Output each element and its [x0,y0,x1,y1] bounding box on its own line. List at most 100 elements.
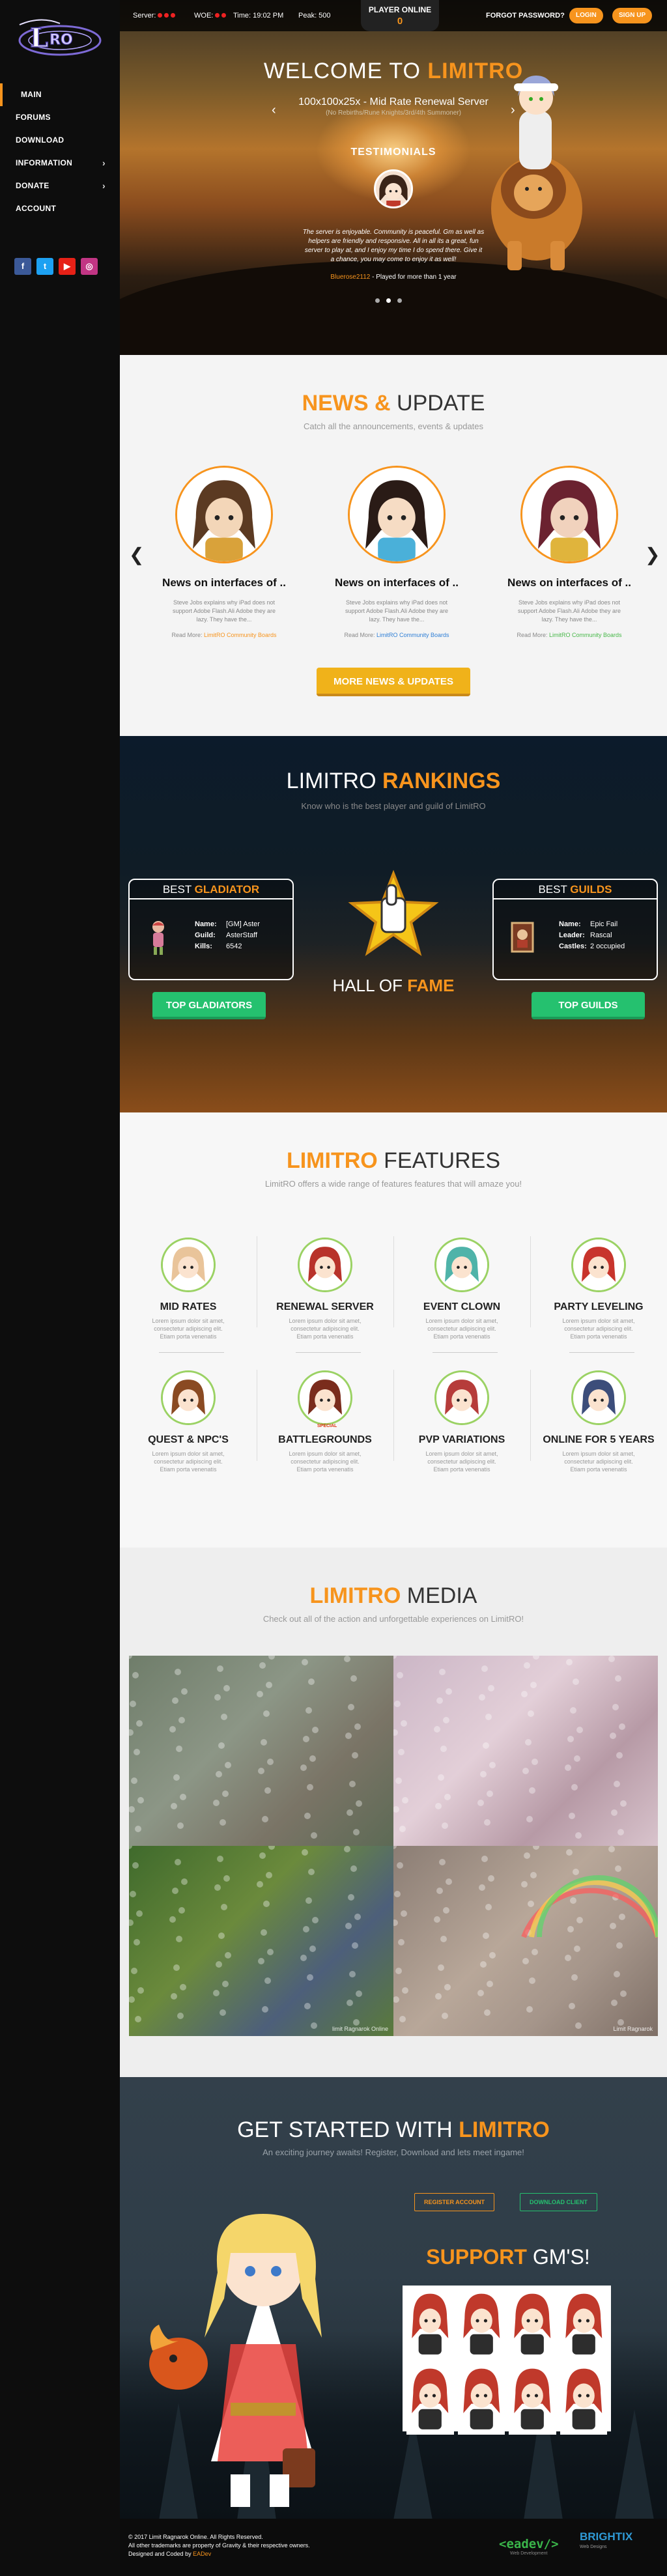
news-card-title[interactable]: News on interfaces of .. [504,576,634,589]
screenshot-watermark: limit Ragnarok Online [332,2026,388,2032]
feature-description: Lorem ipsum dolor sit amet, consectetur … [152,1451,225,1473]
carousel-dot[interactable] [375,298,380,303]
register-account-button[interactable]: REGISTER ACCOUNT [414,2193,495,2211]
news-thumbnail[interactable] [348,466,446,563]
get-started-section: GET STARTED WITH LIMITRO An exciting jou… [120,2077,667,2519]
gladiator-info: Name: [GM] Aster Guild: AsterStaff Kills: 6… [195,920,260,950]
testimonial-quote: The server is enjoyable. Community is pe… [302,229,485,263]
sidebar-item-label: MAIN [21,90,42,99]
gm-portrait[interactable] [406,2364,454,2435]
news-prev-arrow[interactable]: ❮ [129,544,144,565]
screenshot-watermark: Limit Ragnarok [613,2026,653,2032]
sidebar-item-download[interactable]: DOWNLOAD [0,129,120,152]
carousel-dot[interactable] [397,298,402,303]
gm-portrait[interactable] [509,2364,556,2435]
news-card[interactable]: News on interfaces of .. Steve Jobs expla… [504,466,634,638]
eadev-logo[interactable]: <eadev/> Web Development [499,2537,559,2556]
divider [296,1352,361,1353]
feature-description: Lorem ipsum dolor sit amet, consectetur … [289,1451,362,1473]
media-screenshot[interactable] [129,1656,393,1846]
news-read-more: Read More: LimitRO Community Boards [344,632,449,638]
peak-players: Peak: 500 [298,12,331,20]
hero-prev-arrow[interactable]: ‹ [272,103,276,118]
media-screenshot[interactable]: Limit Ragnarok [393,1846,658,2036]
social-links: f t ▶ ◎ [14,258,98,275]
lion-rider-mascot [491,76,582,270]
feature-description: Lorem ipsum dolor sit amet, consectetur … [425,1451,498,1473]
feature-ribbon: SPECIAL [317,1424,337,1428]
sidebar-item-main[interactable]: MAIN [0,83,120,106]
testimonial-avatar [374,169,413,208]
feature-description: Lorem ipsum dolor sit amet, consectetur … [425,1318,498,1340]
feature-icon [298,1370,352,1425]
eadev-credit-link[interactable]: EADev [193,2551,211,2557]
divider [393,1236,394,1327]
facebook-icon[interactable]: f [14,258,31,275]
gm-portrait[interactable] [457,2289,505,2360]
feature-description: Lorem ipsum dolor sit amet, consectetur … [152,1318,225,1340]
community-boards-link[interactable]: LimitRO Community Boards [204,632,277,638]
limitro-logo[interactable]: L RO [14,12,106,64]
copyright-line: © 2017 Limit Ragnarok Online. All Rights… [128,2534,263,2540]
gm-portrait[interactable] [509,2289,556,2360]
sidebar-item-account[interactable]: ACCOUNT [0,197,120,220]
signup-button[interactable]: SIGN UP [612,8,653,23]
feature-title: PARTY LEVELING [554,1301,644,1312]
guild-info: Name: Epic Fail Leader: Rascal Castles: 2 o… [559,920,625,950]
feature-renewal-server: RENEWAL SERVER Lorem ipsum dolor sit amet… [266,1238,384,1340]
news-next-arrow[interactable]: ❯ [645,544,660,565]
divider [433,1352,498,1353]
news-thumbnail[interactable] [175,466,273,563]
twitter-icon[interactable]: t [36,258,53,275]
download-client-button[interactable]: DOWNLOAD CLIENT [520,2193,597,2211]
gm-portrait[interactable] [560,2289,607,2360]
top-gladiators-button[interactable]: TOP GLADIATORS [152,992,266,1019]
media-screenshot[interactable]: limit Ragnarok Online [129,1846,393,2036]
gm-portrait[interactable] [560,2364,607,2435]
sidebar-item-information[interactable]: INFORMATION › [0,152,120,175]
news-card-title[interactable]: News on interfaces of .. [159,576,289,589]
news-card-excerpt: Steve Jobs explains why iPad does not su… [345,599,449,623]
brightix-logo[interactable]: BRIGHTIX Web Designs [580,2531,632,2553]
feature-icon [434,1370,489,1425]
sidebar-item-label: DONATE [16,181,50,190]
player-online-box: PLAYER ONLINE 0 [361,0,439,31]
server-time: Time: 19:02 PM [233,12,284,20]
community-boards-link[interactable]: LimitRO Community Boards [376,632,449,638]
community-boards-link[interactable]: LimitRO Community Boards [549,632,622,638]
news-section: NEWS & UPDATE Catch all the announcement… [120,355,667,736]
sidebar-item-donate[interactable]: DONATE › [0,175,120,197]
rankings-title: LIMITRO RANKINGS [286,769,501,793]
more-news-button[interactable]: MORE NEWS & UPDATES [317,668,470,696]
news-read-more: Read More: LimitRO Community Boards [517,632,622,638]
news-card[interactable]: News on interfaces of .. Steve Jobs expla… [159,466,289,638]
media-section: LIMITRO MEDIA Check out all of the actio… [120,1548,667,2077]
testimonial-author: Bluerose2112 - Played for more than 1 ye… [330,274,457,281]
news-card-title[interactable]: News on interfaces of .. [332,576,462,589]
feature-description: Lorem ipsum dolor sit amet, consectetur … [289,1318,362,1340]
media-title: LIMITRO MEDIA [309,1583,477,1608]
youtube-icon[interactable]: ▶ [59,258,76,275]
top-guilds-button[interactable]: TOP GUILDS [532,992,645,1019]
instagram-icon[interactable]: ◎ [81,258,98,275]
feature-description: Lorem ipsum dolor sit amet, consectetur … [562,1451,635,1473]
news-thumbnail[interactable] [520,466,618,563]
news-title: NEWS & UPDATE [302,391,485,416]
mascot-girl-illustration [149,2214,322,2507]
media-gallery: limit Ragnarok Online Limit Ragnarok [129,1656,658,2036]
login-button[interactable]: LOGIN [569,8,603,23]
carousel-dot[interactable] [386,298,391,303]
media-screenshot[interactable] [393,1656,658,1846]
top-status-bar: Server: WOE: Time: 19:02 PM Peak: 500 PL… [120,0,667,31]
gm-portrait[interactable] [406,2289,454,2360]
forgot-password-link[interactable]: FORGOT PASSWORD? [486,12,565,20]
trademark-line: All other trademarks are property of Gra… [128,2542,310,2549]
feature-title: RENEWAL SERVER [276,1301,374,1312]
gm-portrait[interactable] [457,2364,505,2435]
news-card[interactable]: News on interfaces of .. Steve Jobs expla… [332,466,462,638]
feature-quest-npc-s: QUEST & NPC'S Lorem ipsum dolor sit amet,… [130,1370,247,1473]
sidebar-item-forums[interactable]: FORUMS [0,106,120,129]
sidebar-item-label: DOWNLOAD [16,135,64,145]
rankings-subtitle: Know who is the best player and guild of… [301,801,486,811]
hero-banner: WELCOME TO LIMITRO 100x100x25x - Mid Rat… [120,0,667,355]
